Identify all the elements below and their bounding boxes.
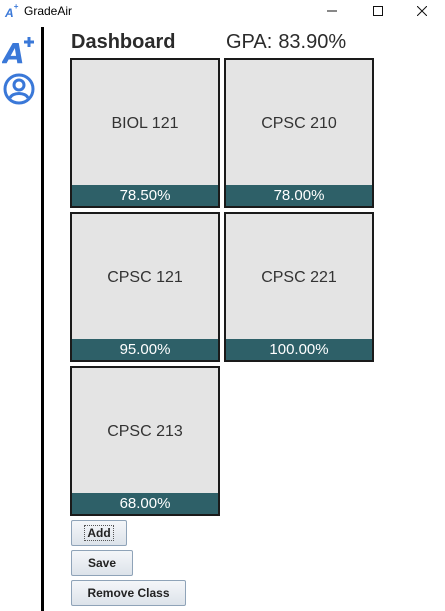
minimize-icon[interactable] [309,0,355,22]
course-card[interactable]: CPSC 213 68.00% [70,366,220,516]
remove-class-button[interactable]: Remove Class [71,580,186,606]
page-title: Dashboard [71,31,176,53]
gpa-label: GPA: [226,31,273,53]
course-grade: 78.50% [72,185,218,206]
course-name: BIOL 121 [111,115,179,132]
svg-text:A: A [2,37,25,68]
app-window: A+ GradeAir A Dashboard GPA: 83.90% BIOL… [0,0,445,611]
course-grade: 78.00% [226,185,372,206]
maximize-icon[interactable] [355,0,401,22]
save-button[interactable]: Save [71,550,133,576]
course-card[interactable]: BIOL 121 78.50% [70,58,220,208]
course-card[interactable]: CPSC 221 100.00% [224,212,374,362]
window-title: GradeAir [24,4,73,18]
title-bar: A+ GradeAir [0,0,445,22]
a-plus-icon[interactable]: A [1,34,36,70]
course-card[interactable]: CPSC 121 95.00% [70,212,220,362]
course-grade: 100.00% [226,339,372,360]
course-name: CPSC 221 [261,269,337,286]
user-profile-icon[interactable] [2,72,36,106]
gpa-value: 83.90% [278,31,347,53]
course-name: CPSC 121 [107,269,183,286]
a-plus-logo-icon: A+ [5,2,19,20]
add-button[interactable]: Add [71,520,127,546]
course-card[interactable]: CPSC 210 78.00% [224,58,374,208]
sidebar-divider [41,27,44,611]
course-grade: 68.00% [72,493,218,514]
gpa-display: GPA: 83.90% [226,31,346,54]
close-icon[interactable] [399,0,445,22]
sidebar: A [0,22,41,611]
add-button-label: Add [84,525,114,541]
course-name: CPSC 210 [261,115,337,132]
course-grade: 95.00% [72,339,218,360]
course-name: CPSC 213 [107,423,183,440]
